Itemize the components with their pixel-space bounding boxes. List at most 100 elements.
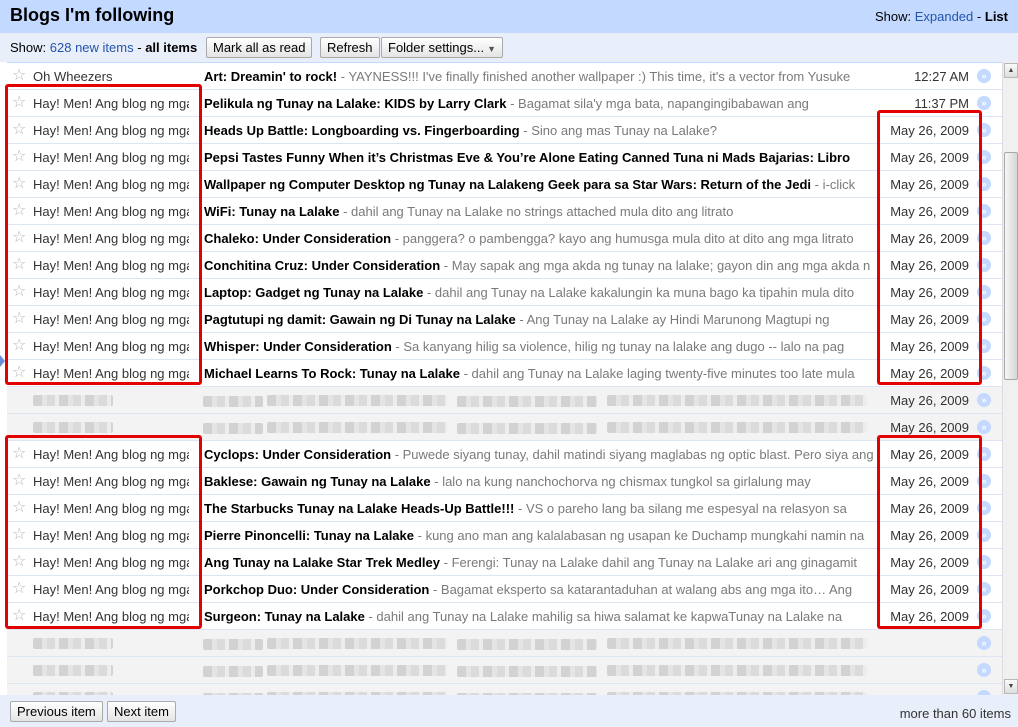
entry-title-snippet[interactable]: Pelikula ng Tunay na Lalake: KIDS by Lar… — [204, 96, 880, 111]
list-item[interactable]: ☆ Hay! Men! Ang blog ng mga Michael Learns… — [7, 360, 1002, 387]
star-icon[interactable]: ☆ — [12, 148, 26, 165]
open-entry-icon[interactable]: » — [977, 150, 991, 164]
open-entry-icon[interactable]: » — [977, 312, 991, 326]
list-item[interactable]: ☆ Hay! Men! Ang blog ng mga Pierre Pinonce… — [7, 522, 1002, 549]
open-entry-icon[interactable]: » — [977, 582, 991, 596]
list-item[interactable]: » — [7, 630, 1002, 657]
scroll-up-icon[interactable]: ▲ — [1004, 63, 1018, 78]
open-entry-icon[interactable]: » — [977, 555, 991, 569]
list-item[interactable]: ☆ Hay! Men! Ang blog ng mga Pelikula ng Tu… — [7, 90, 1002, 117]
star-icon[interactable]: ☆ — [12, 310, 26, 327]
expanded-view-link[interactable]: Expanded — [915, 9, 974, 24]
star-icon[interactable]: ☆ — [12, 526, 26, 543]
star-icon[interactable]: ☆ — [12, 337, 26, 354]
list-item[interactable]: ☆ Oh Wheezers Art: Dreamin' to rock! - YAY… — [7, 63, 1002, 90]
star-icon[interactable]: ☆ — [12, 607, 26, 624]
list-item[interactable]: » — [7, 684, 1002, 695]
entry-title-snippet[interactable]: WiFi: Tunay na Lalake - dahil ang Tunay … — [204, 204, 880, 219]
previous-item-button[interactable]: Previous item — [10, 701, 103, 722]
open-entry-icon[interactable]: » — [977, 285, 991, 299]
open-entry-icon[interactable]: » — [977, 663, 991, 677]
entry-title-snippet[interactable]: Pepsi Tastes Funny When it’s Christmas E… — [204, 150, 880, 165]
star-icon[interactable]: ☆ — [12, 499, 26, 516]
entry-title-snippet[interactable]: Surgeon: Tunay na Lalake - dahil ang Tun… — [204, 609, 880, 624]
open-entry-icon[interactable]: » — [977, 447, 991, 461]
star-icon[interactable]: ☆ — [12, 94, 26, 111]
open-entry-icon[interactable]: » — [977, 177, 991, 191]
scroll-down-icon[interactable]: ▼ — [1004, 679, 1018, 694]
open-entry-icon[interactable]: » — [977, 123, 991, 137]
entry-snippet: YAYNESS!!! I've finally finished another… — [348, 69, 851, 84]
folder-settings-button[interactable]: Folder settings... ▼ — [381, 37, 504, 58]
open-entry-icon[interactable]: » — [977, 258, 991, 272]
open-entry-icon[interactable]: » — [977, 393, 991, 407]
refresh-button[interactable]: Refresh — [320, 37, 380, 58]
entry-title-snippet[interactable]: Pierre Pinoncelli: Tunay na Lalake - kun… — [204, 528, 880, 543]
open-entry-icon[interactable]: » — [977, 501, 991, 515]
star-icon[interactable]: ☆ — [12, 553, 26, 570]
entry-title-snippet[interactable]: Laptop: Gadget ng Tunay na Lalake - dahi… — [204, 285, 880, 300]
list-item[interactable]: ☆ Hay! Men! Ang blog ng mga Cyclops: Under… — [7, 441, 1002, 468]
entry-title-snippet[interactable]: Baklese: Gawain ng Tunay na Lalake - lal… — [204, 474, 880, 489]
open-entry-icon[interactable]: » — [977, 69, 991, 83]
scroll-thumb[interactable] — [1004, 152, 1018, 380]
list-item[interactable]: ☆ Hay! Men! Ang blog ng mga Heads Up Battl… — [7, 117, 1002, 144]
list-item[interactable]: ☆ Hay! Men! Ang blog ng mga Whisper: Under… — [7, 333, 1002, 360]
star-icon[interactable]: ☆ — [12, 445, 26, 462]
list-item[interactable]: ☆ Hay! Men! Ang blog ng mga Surgeon: Tunay… — [7, 603, 1002, 630]
entry-title-snippet[interactable]: Porkchop Duo: Under Consideration - Baga… — [204, 582, 880, 597]
star-icon[interactable]: ☆ — [12, 580, 26, 597]
star-icon[interactable]: ☆ — [12, 283, 26, 300]
list-item[interactable]: ☆ Hay! Men! Ang blog ng mga Laptop: Gadget… — [7, 279, 1002, 306]
list-item[interactable]: ☆ Hay! Men! Ang blog ng mga Baklese: Gawai… — [7, 468, 1002, 495]
entry-title-snippet[interactable]: Pagtutupi ng damit: Gawain ng Di Tunay n… — [204, 312, 880, 327]
entry-title-snippet[interactable]: The Starbucks Tunay na Lalake Heads-Up B… — [204, 501, 880, 516]
list-item[interactable]: ☆ Hay! Men! Ang blog ng mga Chaleko: Under… — [7, 225, 1002, 252]
entry-title-snippet[interactable]: Heads Up Battle: Longboarding vs. Finger… — [204, 123, 880, 138]
entry-title-snippet[interactable]: Michael Learns To Rock: Tunay na Lalake … — [204, 366, 880, 381]
list-item[interactable]: ☆ Hay! Men! Ang blog ng mga Ang Tunay na L… — [7, 549, 1002, 576]
list-item[interactable]: ☆ Hay! Men! Ang blog ng mga Pagtutupi ng d… — [7, 306, 1002, 333]
list-item[interactable]: » — [7, 657, 1002, 684]
open-entry-icon[interactable]: » — [977, 474, 991, 488]
entry-title-snippet[interactable]: Ang Tunay na Lalake Star Trek Medley - F… — [204, 555, 880, 570]
list-item[interactable]: ☆ Hay! Men! Ang blog ng mga Wallpaper ng C… — [7, 171, 1002, 198]
open-entry-icon[interactable]: » — [977, 366, 991, 380]
entry-title-snippet[interactable]: Conchitina Cruz: Under Consideration - M… — [204, 258, 880, 273]
star-icon[interactable]: ☆ — [12, 364, 26, 381]
list-item[interactable]: May 26, 2009 » — [7, 414, 1002, 441]
entry-title-snippet[interactable]: Cyclops: Under Consideration - Puwede si… — [204, 447, 880, 462]
open-entry-icon[interactable]: » — [977, 609, 991, 623]
mark-all-read-button[interactable]: Mark all as read — [206, 37, 313, 58]
star-icon[interactable]: ☆ — [12, 175, 26, 192]
new-items-link[interactable]: 628 new items — [50, 40, 134, 55]
scrollbar[interactable]: ▲ ▼ — [1002, 62, 1018, 695]
list-item[interactable]: ☆ Hay! Men! Ang blog ng mga WiFi: Tunay na… — [7, 198, 1002, 225]
list-item[interactable]: ☆ Hay! Men! Ang blog ng mga Pepsi Tastes F… — [7, 144, 1002, 171]
entry-title-snippet[interactable]: Art: Dreamin' to rock! - YAYNESS!!! I've… — [204, 69, 880, 84]
open-entry-icon[interactable]: » — [977, 636, 991, 650]
entry-title-snippet[interactable]: Chaleko: Under Consideration - panggera?… — [204, 231, 880, 246]
list-item[interactable]: ☆ Hay! Men! Ang blog ng mga Porkchop Duo: … — [7, 576, 1002, 603]
star-icon[interactable]: ☆ — [12, 472, 26, 489]
star-icon[interactable]: ☆ — [12, 202, 26, 219]
open-entry-icon[interactable]: » — [977, 528, 991, 542]
star-icon[interactable]: ☆ — [12, 67, 26, 84]
open-entry-icon[interactable]: » — [977, 231, 991, 245]
left-pane-handle-icon[interactable] — [0, 355, 5, 367]
next-item-button[interactable]: Next item — [107, 701, 176, 722]
open-entry-icon[interactable]: » — [977, 339, 991, 353]
open-entry-icon[interactable]: » — [977, 420, 991, 434]
star-icon[interactable]: ☆ — [12, 256, 26, 273]
list-item[interactable]: ☆ Hay! Men! Ang blog ng mga Conchitina Cru… — [7, 252, 1002, 279]
list-item[interactable]: ☆ Hay! Men! Ang blog ng mga The Starbucks … — [7, 495, 1002, 522]
list-item[interactable]: May 26, 2009 » — [7, 387, 1002, 414]
open-entry-icon[interactable]: » — [977, 204, 991, 218]
entry-title-snippet[interactable]: Wallpaper ng Computer Desktop ng Tunay n… — [204, 177, 880, 192]
star-icon[interactable]: ☆ — [12, 229, 26, 246]
open-entry-icon[interactable]: » — [977, 96, 991, 110]
redacted-content — [457, 666, 597, 677]
entry-title-snippet[interactable]: Whisper: Under Consideration - Sa kanyan… — [204, 339, 880, 354]
entry-date: May 26, 2009 — [890, 366, 969, 381]
star-icon[interactable]: ☆ — [12, 121, 26, 138]
